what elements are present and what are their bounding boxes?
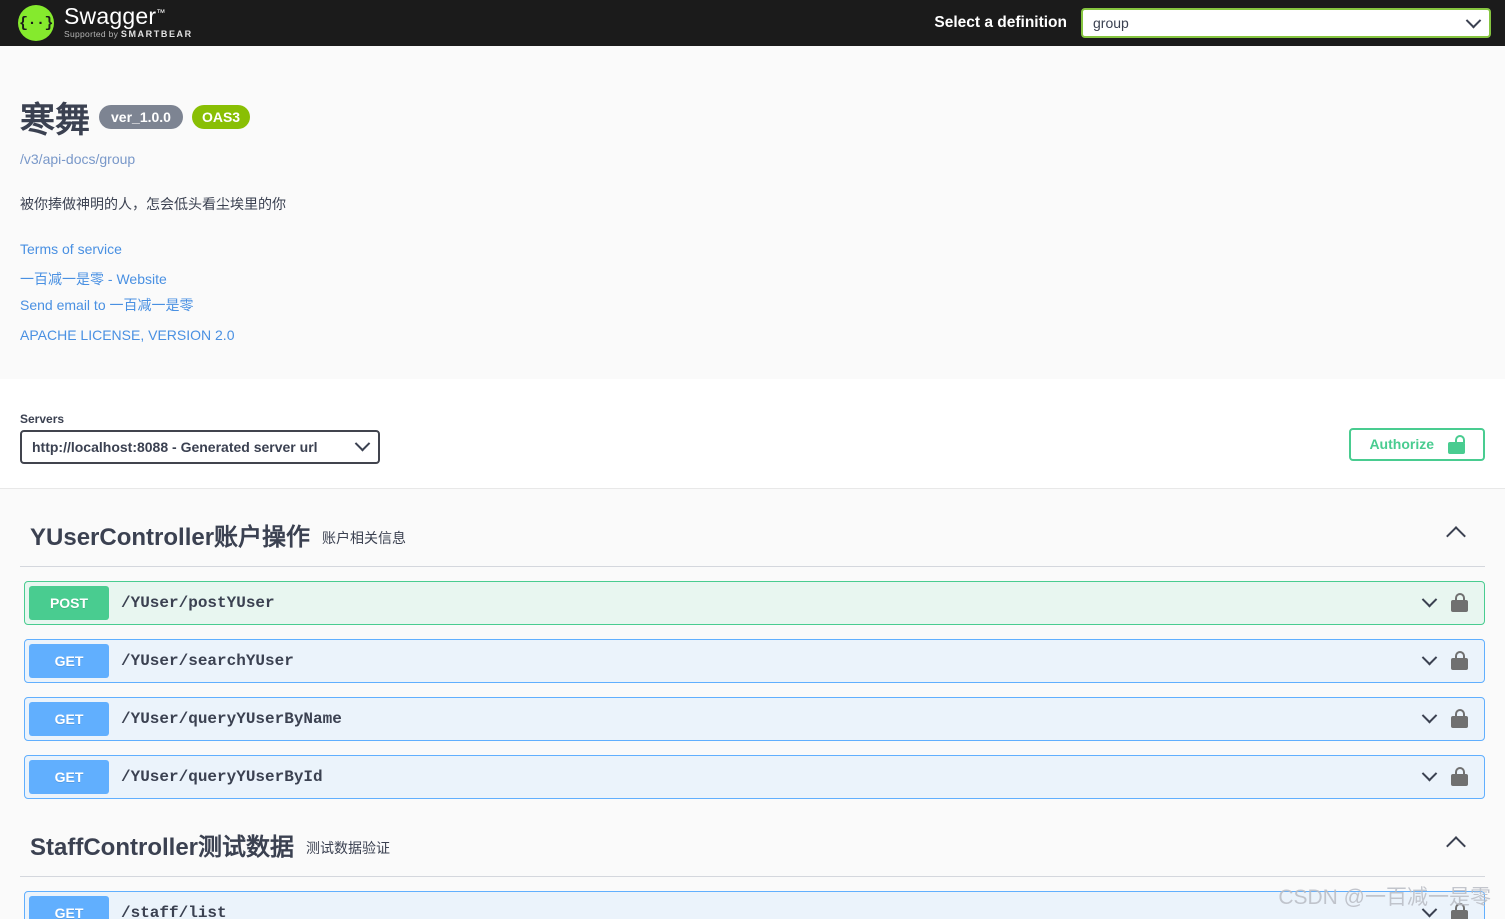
chevron-down-icon[interactable] bbox=[1421, 707, 1438, 724]
servers-label: Servers bbox=[20, 411, 65, 426]
operation-row[interactable]: GET /YUser/queryYUserById bbox=[24, 754, 1485, 799]
chevron-down-icon[interactable] bbox=[1421, 591, 1438, 608]
select-definition-label: Select a definition bbox=[934, 14, 1067, 31]
lock-open-icon bbox=[1448, 434, 1465, 454]
smartbear-brand: SMARTBEAR bbox=[120, 29, 193, 39]
operation-path: /staff/list bbox=[121, 903, 227, 919]
lock-closed-icon[interactable] bbox=[1451, 709, 1468, 728]
operation-method: GET bbox=[29, 895, 109, 919]
page-title: 寒舞 bbox=[20, 101, 91, 140]
tag-description: 账户相关信息 bbox=[322, 530, 407, 546]
license-link[interactable]: APACHE LICENSE, VERSION 2.0 bbox=[20, 323, 1485, 349]
authorize-button-label: Authorize bbox=[1369, 436, 1434, 452]
trademark-mark: ™ bbox=[156, 7, 166, 18]
swagger-braces-icon: {··} bbox=[18, 5, 54, 41]
terms-of-service-link[interactable]: Terms of service bbox=[20, 237, 1485, 263]
oas-badge: OAS3 bbox=[191, 105, 251, 130]
top-bar: {··} Swagger™ Supported by SMARTBEAR Sel… bbox=[0, 0, 1505, 46]
api-description: 被你捧做神明的人，怎会低头看尘埃里的你 bbox=[20, 195, 286, 212]
swagger-logo[interactable]: {··} Swagger™ Supported by SMARTBEAR bbox=[18, 5, 193, 41]
operation-method: POST bbox=[29, 585, 109, 620]
servers-group: Servers http://localhost:8088 - Generate… bbox=[20, 412, 380, 464]
info-links: Terms of service 一百减一是零 - Website Send e… bbox=[20, 237, 1485, 349]
api-info-block: 寒舞 ver_1.0.0 OAS3 /v3/api-docs/group 被你捧… bbox=[0, 46, 1505, 379]
operation-row[interactable]: GET /staff/list bbox=[24, 890, 1485, 919]
tag-collapse-button[interactable] bbox=[1446, 835, 1485, 856]
operation-path: /YUser/searchYUser bbox=[121, 651, 294, 670]
chevron-down-icon[interactable] bbox=[1421, 649, 1438, 666]
operation-list: GET /staff/list bbox=[20, 890, 1485, 919]
tag-header-staffcontroller[interactable]: StaffController测试数据 测试数据验证 bbox=[20, 799, 1485, 877]
operation-row[interactable]: GET /YUser/searchYUser bbox=[24, 638, 1485, 683]
operations-container: YUserController账户操作 账户相关信息 POST /YUser/p… bbox=[0, 488, 1505, 919]
servers-band: Servers http://localhost:8088 - Generate… bbox=[0, 378, 1505, 489]
chevron-up-icon bbox=[1446, 525, 1466, 546]
tag-section-yusercontroller: YUserController账户操作 账户相关信息 POST /YUser/p… bbox=[20, 489, 1485, 799]
contact-website-link[interactable]: 一百减一是零 - Website bbox=[20, 267, 1485, 293]
operation-method: GET bbox=[29, 701, 109, 736]
operation-row[interactable]: POST /YUser/postYUser bbox=[24, 580, 1485, 625]
swagger-ui-page: {··} Swagger™ Supported by SMARTBEAR Sel… bbox=[0, 0, 1505, 919]
chevron-down-icon[interactable] bbox=[1421, 765, 1438, 782]
lock-closed-icon[interactable] bbox=[1451, 651, 1468, 670]
tag-collapse-button[interactable] bbox=[1446, 525, 1485, 546]
definition-select-value: group bbox=[1093, 15, 1129, 31]
authorize-button[interactable]: Authorize bbox=[1349, 427, 1485, 461]
server-select-value: http://localhost:8088 - Generated server… bbox=[32, 438, 318, 455]
api-title-row: 寒舞 ver_1.0.0 OAS3 bbox=[20, 101, 1485, 141]
tag-header-yusercontroller[interactable]: YUserController账户操作 账户相关信息 bbox=[20, 489, 1485, 567]
operation-path: /YUser/postYUser bbox=[121, 593, 275, 612]
operation-row[interactable]: GET /YUser/queryYUserByName bbox=[24, 696, 1485, 741]
chevron-down-icon bbox=[354, 435, 371, 452]
operation-path: /YUser/queryYUserByName bbox=[121, 709, 342, 728]
tag-description: 测试数据验证 bbox=[306, 840, 390, 856]
chevron-down-icon bbox=[1465, 12, 1482, 28]
server-select[interactable]: http://localhost:8088 - Generated server… bbox=[20, 429, 380, 464]
tag-name: YUserController账户操作 bbox=[30, 523, 311, 551]
operation-list: POST /YUser/postYUser GET /YUser/searchY… bbox=[20, 580, 1485, 799]
version-badge: ver_1.0.0 bbox=[99, 105, 183, 130]
lock-closed-icon[interactable] bbox=[1451, 593, 1468, 612]
definition-select[interactable]: group bbox=[1081, 8, 1491, 38]
chevron-down-icon[interactable] bbox=[1421, 901, 1438, 918]
chevron-up-icon bbox=[1446, 835, 1466, 856]
logo-subtitle: Supported by SMARTBEAR bbox=[64, 29, 193, 39]
operation-method: GET bbox=[29, 643, 109, 678]
api-docs-url[interactable]: /v3/api-docs/group bbox=[20, 151, 1485, 167]
tag-name: StaffController测试数据 bbox=[30, 833, 294, 861]
lock-closed-icon[interactable] bbox=[1451, 903, 1468, 919]
logo-title: Swagger™ bbox=[64, 3, 166, 29]
contact-email-link[interactable]: Send email to 一百减一是零 bbox=[20, 293, 1485, 319]
operation-path: /YUser/queryYUserById bbox=[121, 767, 323, 786]
api-docs-url-link[interactable]: /v3/api-docs/group bbox=[20, 151, 135, 167]
lock-closed-icon[interactable] bbox=[1451, 767, 1468, 786]
tag-section-staffcontroller: StaffController测试数据 测试数据验证 GET /staff/li… bbox=[20, 799, 1485, 919]
operation-method: GET bbox=[29, 759, 109, 794]
